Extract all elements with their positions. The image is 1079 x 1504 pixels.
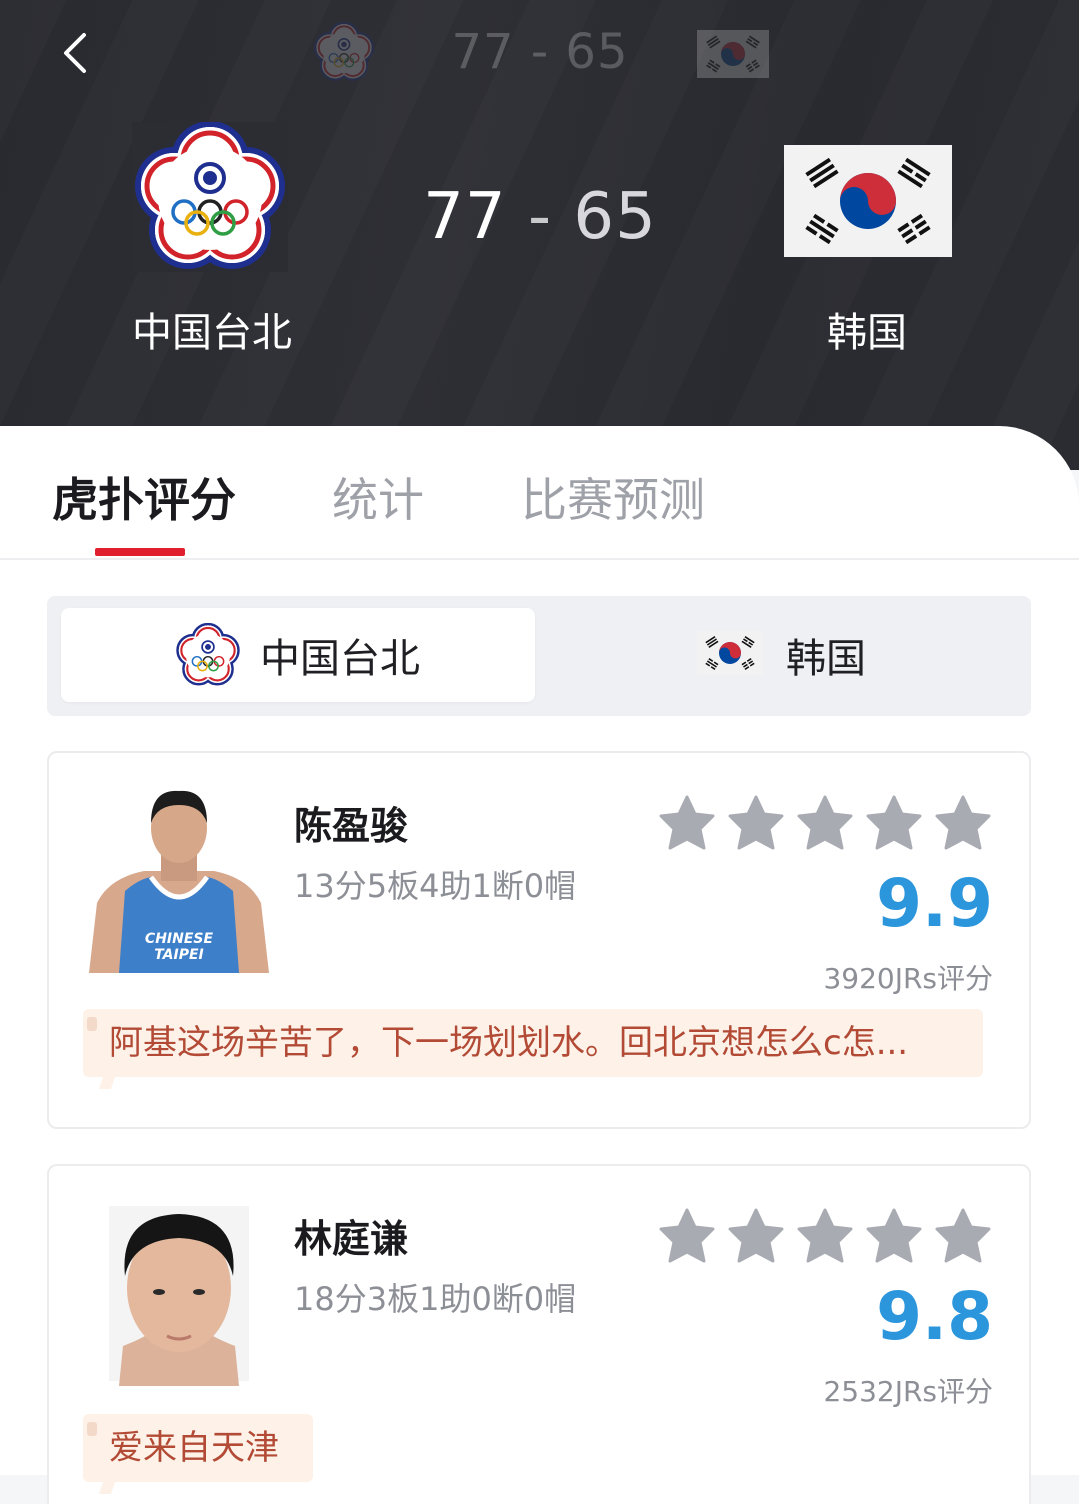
top-comment[interactable]: 爱来自天津 bbox=[83, 1414, 313, 1482]
star-icon bbox=[797, 795, 853, 850]
away-team-name[interactable]: 韩国 bbox=[767, 300, 967, 358]
player-rating: 9.8 bbox=[876, 1278, 993, 1355]
compact-score: 77 - 65 bbox=[450, 24, 630, 80]
home-team-name[interactable]: 中国台北 bbox=[112, 300, 312, 358]
home-team-emblem-small bbox=[312, 22, 376, 82]
korea-flag-icon bbox=[697, 630, 763, 676]
home-team-emblem[interactable] bbox=[132, 122, 288, 272]
star-icon bbox=[866, 1208, 922, 1263]
compact-scorebar: 77 - 65 bbox=[0, 22, 1079, 82]
svg-text:TAIPEI: TAIPEI bbox=[154, 947, 204, 963]
star-icon bbox=[659, 1208, 715, 1263]
home-score: 77 bbox=[423, 180, 507, 254]
team-option-away-label: 韩国 bbox=[786, 636, 866, 682]
star-icon bbox=[728, 795, 784, 850]
team-option-home[interactable]: 中国台北 bbox=[61, 608, 535, 702]
rating-stars[interactable] bbox=[657, 1206, 997, 1266]
top-comment[interactable]: 阿基这场辛苦了，下一场划划水。回北京想怎么c怎... bbox=[83, 1009, 983, 1077]
player-rating: 9.9 bbox=[876, 865, 993, 942]
rating-vote-count: 2532JRs评分 bbox=[823, 1375, 993, 1408]
player-card[interactable]: CHINESE TAIPEI 陈盈骏 13分5板4助1断0帽 9.9 3920J… bbox=[47, 751, 1031, 1129]
svg-text:CHINESE: CHINESE bbox=[145, 931, 214, 947]
away-score: 65 bbox=[573, 180, 657, 254]
tab-prediction[interactable]: 比赛预测 bbox=[521, 464, 705, 530]
tab-hupu-rating[interactable]: 虎扑评分 bbox=[52, 464, 236, 530]
compact-away-score: 65 bbox=[565, 24, 629, 80]
player-name: 陈盈骏 bbox=[294, 804, 409, 848]
star-icon bbox=[659, 795, 715, 850]
player-photo: CHINESE TAIPEI bbox=[89, 783, 269, 973]
away-team-flag[interactable] bbox=[784, 145, 952, 257]
compact-score-separator: - bbox=[530, 24, 550, 80]
player-card[interactable]: 林庭谦 18分3板1助0断0帽 9.8 2532JRs评分 爱来自天津 bbox=[47, 1164, 1031, 1504]
tab-stats[interactable]: 统计 bbox=[332, 464, 424, 530]
star-icon bbox=[797, 1208, 853, 1263]
tab-bar: 虎扑评分 统计 比赛预测 bbox=[0, 426, 1079, 560]
star-icon bbox=[935, 795, 991, 850]
player-name: 林庭谦 bbox=[294, 1217, 409, 1261]
rating-stars[interactable] bbox=[657, 793, 997, 853]
away-team-flag-small bbox=[697, 30, 769, 78]
player-stats: 18分3板1助0断0帽 bbox=[294, 1280, 577, 1318]
star-icon bbox=[728, 1208, 784, 1263]
star-icon bbox=[866, 795, 922, 850]
main-score: 77 - 65 bbox=[420, 180, 660, 254]
team-option-away[interactable]: 韩国 bbox=[547, 608, 1021, 702]
player-stats: 13分5板4助1断0帽 bbox=[294, 867, 577, 905]
active-tab-indicator bbox=[95, 548, 185, 556]
compact-home-score: 77 bbox=[451, 24, 515, 80]
player-photo bbox=[89, 1196, 269, 1386]
content-panel: 虎扑评分 统计 比赛预测 中国台北 韩国 CHINESE TAIPEI 陈盈骏 … bbox=[0, 426, 1079, 1504]
score-separator: - bbox=[527, 180, 553, 254]
team-option-home-label: 中国台北 bbox=[260, 636, 420, 682]
rating-vote-count: 3920JRs评分 bbox=[823, 962, 993, 995]
star-icon bbox=[935, 1208, 991, 1263]
match-header: 77 - 65 中国台北 77 - 65 韩国 bbox=[0, 0, 1079, 470]
chinese-taipei-emblem-icon bbox=[175, 623, 241, 687]
team-switcher: 中国台北 韩国 bbox=[47, 596, 1031, 716]
